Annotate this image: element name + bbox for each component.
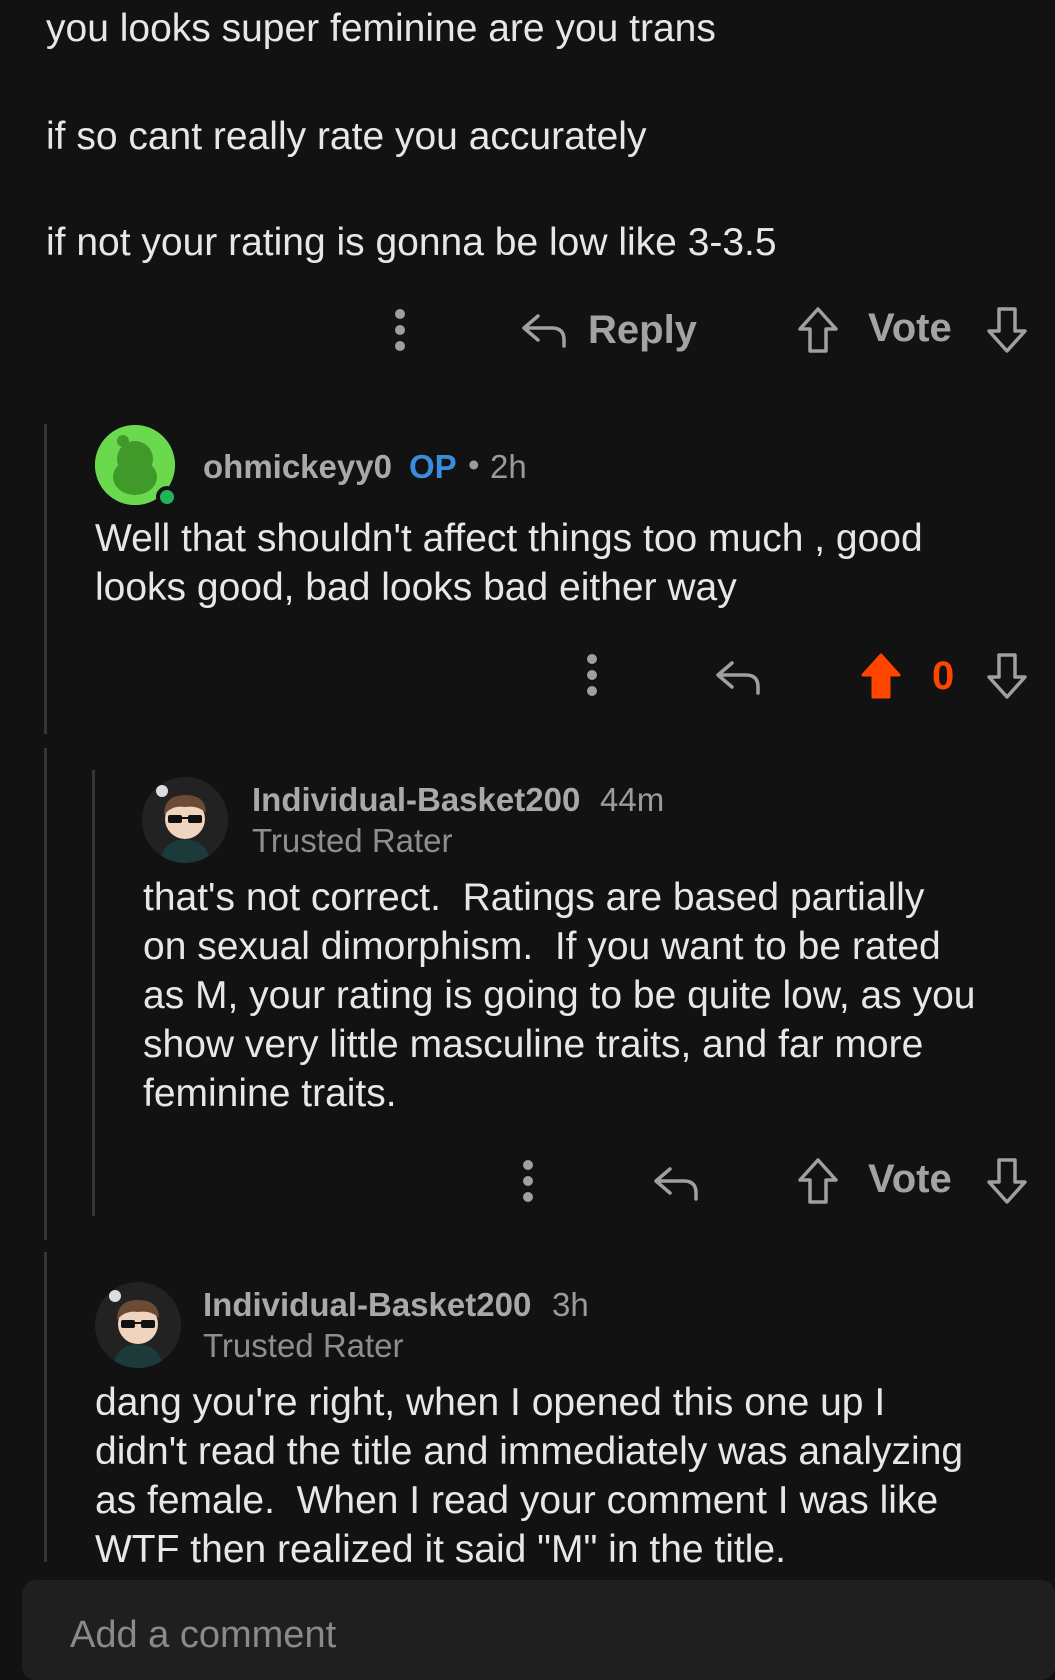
more-options-icon[interactable] xyxy=(380,305,420,355)
add-comment-input[interactable]: Add a comment xyxy=(22,1580,1055,1680)
comment-body: dang you're right, when I opened this on… xyxy=(95,1381,964,1571)
avatar[interactable] xyxy=(142,777,228,863)
avatar[interactable] xyxy=(95,425,178,508)
downvote-icon[interactable] xyxy=(982,648,1032,704)
add-comment-placeholder: Add a comment xyxy=(70,1614,337,1656)
reply-icon[interactable] xyxy=(710,652,766,702)
vote-count: 0 xyxy=(932,654,955,698)
timestamp: 44m xyxy=(600,781,665,818)
reply-icon xyxy=(520,310,568,350)
comment-body: that's not correct. Ratings are based pa… xyxy=(143,876,976,1115)
vote-label: Vote xyxy=(868,1157,952,1201)
username[interactable]: Individual-Basket200 xyxy=(203,1286,531,1324)
parent-comment-line-3: if not your rating is gonna be low like … xyxy=(46,221,777,264)
thread-line[interactable] xyxy=(44,424,47,734)
op-badge: OP xyxy=(409,448,457,485)
timestamp: 3h xyxy=(552,1286,589,1323)
reply-icon[interactable] xyxy=(648,1158,704,1208)
upvote-icon[interactable] xyxy=(793,1153,843,1209)
user-flair: Trusted Rater xyxy=(203,1327,404,1364)
timestamp: 2h xyxy=(490,448,527,485)
username[interactable]: Individual-Basket200 xyxy=(252,781,580,819)
reply-button[interactable]: Reply xyxy=(520,300,720,360)
reply-label: Reply xyxy=(588,307,697,352)
downvote-icon[interactable] xyxy=(982,1153,1032,1209)
thread-line[interactable] xyxy=(44,1252,47,1562)
thread-line[interactable] xyxy=(44,748,47,1240)
upvote-icon[interactable] xyxy=(793,302,843,358)
comment-body: Well that shouldn't affect things too mu… xyxy=(95,517,923,609)
vote-label: Vote xyxy=(868,306,952,350)
upvote-icon-active[interactable] xyxy=(856,648,906,704)
username[interactable]: ohmickeyy0 xyxy=(203,448,392,486)
more-options-icon[interactable] xyxy=(508,1156,548,1206)
parent-comment-line-1: you looks super feminine are you trans xyxy=(46,7,716,50)
avatar[interactable] xyxy=(95,1282,181,1368)
meta-separator: • xyxy=(468,446,480,483)
parent-comment-line-2: if so cant really rate you accurately xyxy=(46,115,647,158)
downvote-icon[interactable] xyxy=(982,302,1032,358)
more-options-icon[interactable] xyxy=(572,650,612,700)
user-flair: Trusted Rater xyxy=(252,822,453,859)
thread-line[interactable] xyxy=(92,770,95,1216)
